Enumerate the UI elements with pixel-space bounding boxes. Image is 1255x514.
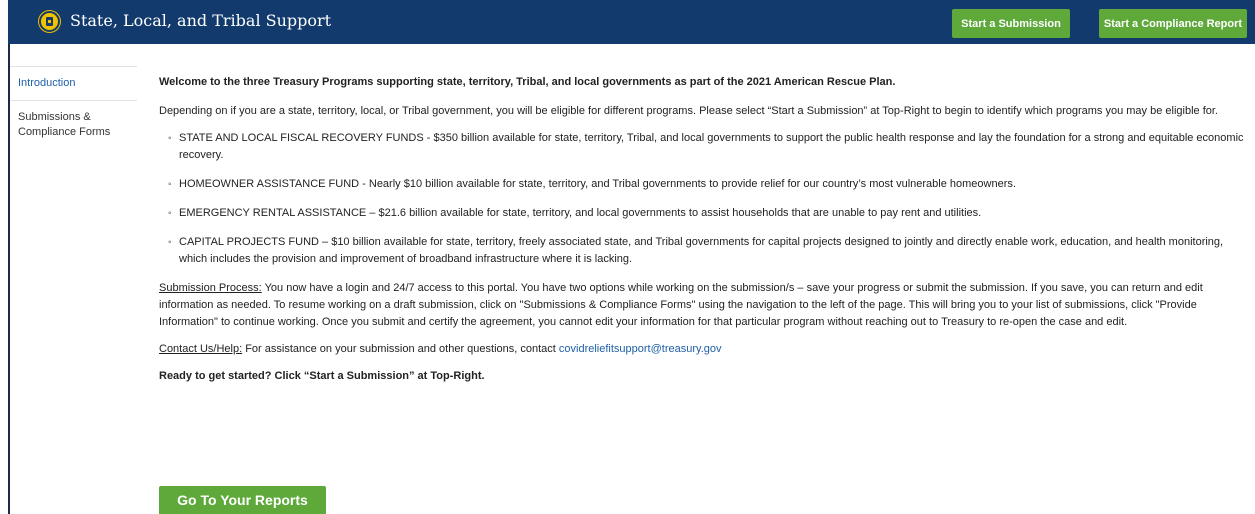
sidebar-item-submissions-compliance-forms[interactable]: Submissions & Compliance Forms: [10, 101, 137, 148]
program-description: - Nearly $10 billion available for state…: [359, 178, 1016, 190]
treasury-seal-icon: [39, 11, 60, 32]
list-item: CAPITAL PROJECTS FUND – $10 billion avai…: [168, 234, 1249, 268]
sidebar-nav: Introduction Submissions & Compliance Fo…: [10, 66, 137, 148]
main-content: Welcome to the three Treasury Programs s…: [159, 74, 1249, 385]
intro-text: Depending on if you are a state, territo…: [159, 105, 1218, 117]
start-submission-button[interactable]: Start a Submission: [952, 9, 1070, 38]
submission-process-text: You now have a login and 24/7 access to …: [159, 282, 1203, 328]
sidebar-item-introduction[interactable]: Introduction: [10, 66, 137, 101]
list-item: EMERGENCY RENTAL ASSISTANCE – $21.6 bill…: [168, 205, 1249, 222]
contact-label: Contact Us/Help:: [159, 343, 243, 355]
program-description: – $10 billion available for state, terri…: [179, 236, 1224, 265]
program-name: CAPITAL PROJECTS FUND: [179, 236, 319, 248]
submission-process-paragraph: Submission Process: You now have a login…: [159, 280, 1249, 331]
program-name: STATE AND LOCAL FISCAL RECOVERY FUNDS: [179, 132, 424, 144]
program-name: EMERGENCY RENTAL ASSISTANCE: [179, 207, 367, 219]
ready-text: Ready to get started? Click “Start a Sub…: [159, 370, 485, 382]
support-email-link[interactable]: covidreliefitsupport@treasury.gov: [559, 343, 722, 355]
contact-paragraph: Contact Us/Help: For assistance on your …: [159, 341, 1249, 358]
app-title: State, Local, and Tribal Support: [70, 11, 332, 30]
list-item: STATE AND LOCAL FISCAL RECOVERY FUNDS - …: [168, 130, 1249, 164]
welcome-heading: Welcome to the three Treasury Programs s…: [159, 76, 896, 88]
go-to-reports-button[interactable]: Go To Your Reports: [159, 486, 326, 514]
program-name: HOMEOWNER ASSISTANCE FUND: [179, 178, 360, 190]
start-compliance-report-button[interactable]: Start a Compliance Report: [1099, 9, 1247, 38]
program-description: – $21.6 billion available for state, ter…: [366, 207, 982, 219]
list-item: HOMEOWNER ASSISTANCE FUND - Nearly $10 b…: [168, 176, 1249, 193]
submission-process-label: Submission Process:: [159, 282, 262, 294]
contact-text: For assistance on your submission and ot…: [242, 343, 559, 355]
program-list: STATE AND LOCAL FISCAL RECOVERY FUNDS - …: [159, 130, 1249, 268]
